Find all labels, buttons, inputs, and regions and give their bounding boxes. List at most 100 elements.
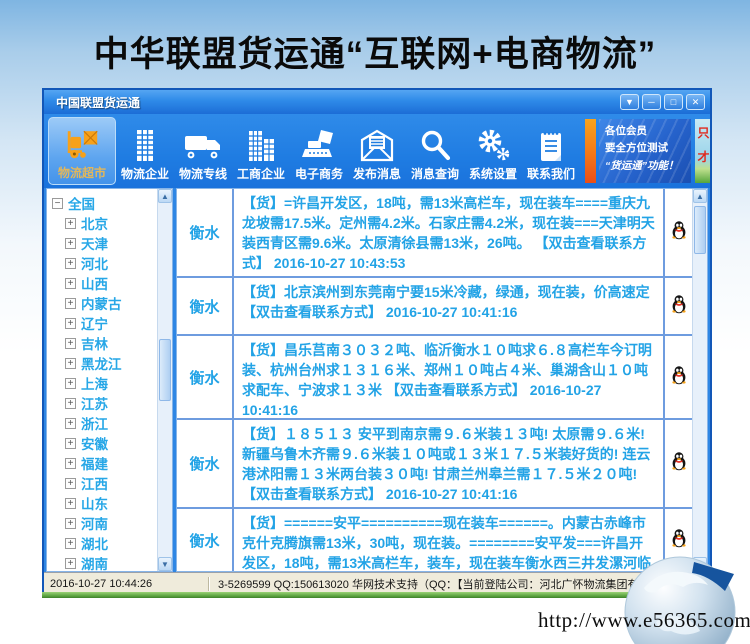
tree-item-label: 江西 xyxy=(81,473,108,493)
qq-cell xyxy=(665,336,692,418)
message-time: 2016-10-27 10:43:53 xyxy=(274,255,406,271)
toolbar-item-forklift[interactable]: 物流超市 xyxy=(48,117,116,185)
tree-item[interactable]: +山西 xyxy=(52,273,157,293)
table-row[interactable]: 衡水【货】=许昌开发区，18吨，需13米高栏车，现在装车====重庆九龙坡需17… xyxy=(177,189,692,278)
promo-side-char: 才 xyxy=(697,148,709,165)
minus-box-icon[interactable]: − xyxy=(52,198,63,209)
toolbar-item-label: 消息查询 xyxy=(411,165,459,182)
plus-box-icon[interactable]: + xyxy=(65,398,76,409)
rollup-button[interactable]: ▼ xyxy=(620,94,639,110)
search-icon xyxy=(418,126,452,162)
plus-box-icon[interactable]: + xyxy=(65,358,76,369)
tree-item[interactable]: +内蒙古 xyxy=(52,293,157,313)
toolbar-item-building[interactable]: 物流企业 xyxy=(116,117,174,185)
tree-item[interactable]: + 湖北 xyxy=(52,533,157,553)
region-tree-panel: −全国+北京+天津+河北+山西+内蒙古+辽宁+吉林+黑龙江+上海+江苏+浙江+安… xyxy=(46,188,173,572)
contact-notepad-icon xyxy=(534,126,568,162)
plus-box-icon[interactable]: + xyxy=(65,298,76,309)
table-row[interactable]: 衡水【货】北京滨州到东莞南宁要15米冷藏，绿通，现在装，价高速定 【双击查看联系… xyxy=(177,278,692,336)
tree-item[interactable]: +天津 xyxy=(52,233,157,253)
plus-box-icon[interactable]: + xyxy=(65,558,76,569)
close-button[interactable]: ✕ xyxy=(686,94,705,110)
tree-item-label: 湖北 xyxy=(81,533,108,553)
tree-item[interactable]: +安徽 xyxy=(52,433,157,453)
qq-penguin-icon[interactable] xyxy=(671,294,687,319)
tree-item[interactable]: +辽宁 xyxy=(52,313,157,333)
table-row[interactable]: 衡水【货】昌乐莒南３０３２吨、临沂衡水１０吨求６.８高栏车今订明装、杭州台州求１… xyxy=(177,336,692,420)
minimize-button[interactable]: ─ xyxy=(642,94,661,110)
tree-scrollbar[interactable]: ▲ ▼ xyxy=(157,189,172,571)
plus-box-icon[interactable]: + xyxy=(65,338,76,349)
tree-scrollbar-thumb[interactable] xyxy=(159,339,171,401)
qq-penguin-icon[interactable] xyxy=(671,451,687,476)
toolbar-item-label: 物流专线 xyxy=(179,165,227,182)
toolbar-item-contact-notepad[interactable]: 联系我们 xyxy=(522,117,580,185)
tree-item[interactable]: +北京 xyxy=(52,213,157,233)
toolbar-item-buildings[interactable]: 工商企业 xyxy=(232,117,290,185)
plus-box-icon[interactable]: + xyxy=(65,498,76,509)
plus-box-icon[interactable]: + xyxy=(65,478,76,489)
promo-banner: 各位会员 要全方位测试 “货运通”功能！ xyxy=(599,119,691,183)
gear-icon xyxy=(475,126,511,162)
promo-line: 要全方位测试 xyxy=(605,140,687,157)
toolbar-item-envelope[interactable]: 发布消息 xyxy=(348,117,406,185)
plus-box-icon[interactable]: + xyxy=(65,278,76,289)
qq-penguin-icon[interactable] xyxy=(671,220,687,245)
toolbar-item-ecommerce[interactable]: 电子商务 xyxy=(290,117,348,185)
window-titlebar: 中国联盟货运通 ▼ ─ □ ✕ xyxy=(44,90,710,114)
tree-item[interactable]: + 吉林 xyxy=(52,333,157,353)
plus-box-icon[interactable]: + xyxy=(65,218,76,229)
tree-item[interactable]: + 山东 xyxy=(52,493,157,513)
qq-penguin-icon[interactable] xyxy=(671,365,687,390)
origin-cell: 衡水 xyxy=(177,278,234,334)
toolbar-item-label: 联系我们 xyxy=(527,165,575,182)
freight-table-panel: 衡水【货】=许昌开发区，18吨，需13米高栏车，现在装车====重庆九龙坡需17… xyxy=(176,188,708,572)
tree-item[interactable]: +河南 xyxy=(52,513,157,533)
page-headline: 中华联盟货运通“互联网+电商物流” xyxy=(0,26,750,77)
table-scrollbar[interactable]: ▲ ▼ xyxy=(692,189,707,571)
origin-cell: 衡水 xyxy=(177,420,234,507)
table-row[interactable]: 衡水【货】１８５１３ 安平到南京需９.６米装１３吨! 太原需９.６米! 新疆乌鲁… xyxy=(177,420,692,509)
tree-item[interactable]: +河北 xyxy=(52,253,157,273)
plus-box-icon[interactable]: + xyxy=(65,378,76,389)
tree-item[interactable]: +黑龙江 xyxy=(52,353,157,373)
maximize-button[interactable]: □ xyxy=(664,94,683,110)
window-title: 中国联盟货运通 xyxy=(56,94,140,111)
tree-item[interactable]: +江苏 xyxy=(52,393,157,413)
message-cell: 【货】昌乐莒南３０３２吨、临沂衡水１０吨求６.８高栏车今订明装、杭州台州求１３１… xyxy=(234,336,665,418)
toolbar-item-label: 工商企业 xyxy=(237,165,285,182)
plus-box-icon[interactable]: + xyxy=(65,418,76,429)
tree-item[interactable]: + 江西 xyxy=(52,473,157,493)
plus-box-icon[interactable]: + xyxy=(65,538,76,549)
tree-root[interactable]: −全国 xyxy=(52,193,157,213)
envelope-icon xyxy=(359,126,395,162)
window-content: −全国+北京+天津+河北+山西+内蒙古+辽宁+吉林+黑龙江+上海+江苏+浙江+安… xyxy=(44,188,710,572)
toolbar-item-gear[interactable]: 系统设置 xyxy=(464,117,522,185)
scroll-down-icon[interactable]: ▼ xyxy=(158,557,172,571)
plus-box-icon[interactable]: + xyxy=(65,438,76,449)
tree-item-label: 吉林 xyxy=(81,333,108,353)
status-separator xyxy=(208,577,210,591)
tree-item[interactable]: + 福建 xyxy=(52,453,157,473)
toolbar-item-label: 系统设置 xyxy=(469,165,517,182)
plus-box-icon[interactable]: + xyxy=(65,258,76,269)
scroll-up-icon[interactable]: ▲ xyxy=(693,189,707,203)
tree-item[interactable]: +湖南 xyxy=(52,553,157,571)
province-tree: −全国+北京+天津+河北+山西+内蒙古+辽宁+吉林+黑龙江+上海+江苏+浙江+安… xyxy=(47,189,157,571)
plus-box-icon[interactable]: + xyxy=(65,238,76,249)
tree-item[interactable]: +上海 xyxy=(52,373,157,393)
tree-item[interactable]: +浙江 xyxy=(52,413,157,433)
plus-box-icon[interactable]: + xyxy=(65,318,76,329)
app-window: 中国联盟货运通 ▼ ─ □ ✕ 物流超市物流企业物流专线工商企业电子商务发布消息… xyxy=(42,88,712,592)
plus-box-icon[interactable]: + xyxy=(65,518,76,529)
scroll-up-icon[interactable]: ▲ xyxy=(158,189,172,203)
origin-cell: 衡水 xyxy=(177,189,234,276)
qq-cell xyxy=(665,278,692,334)
toolbar-item-truck[interactable]: 物流专线 xyxy=(174,117,232,185)
tree-item-label: 山东 xyxy=(81,493,108,513)
table-scrollbar-thumb[interactable] xyxy=(694,206,706,254)
tree-item-label: 福建 xyxy=(81,453,108,473)
toolbar-item-search[interactable]: 消息查询 xyxy=(406,117,464,185)
promo-line: 各位会员 xyxy=(605,123,687,140)
plus-box-icon[interactable]: + xyxy=(65,458,76,469)
